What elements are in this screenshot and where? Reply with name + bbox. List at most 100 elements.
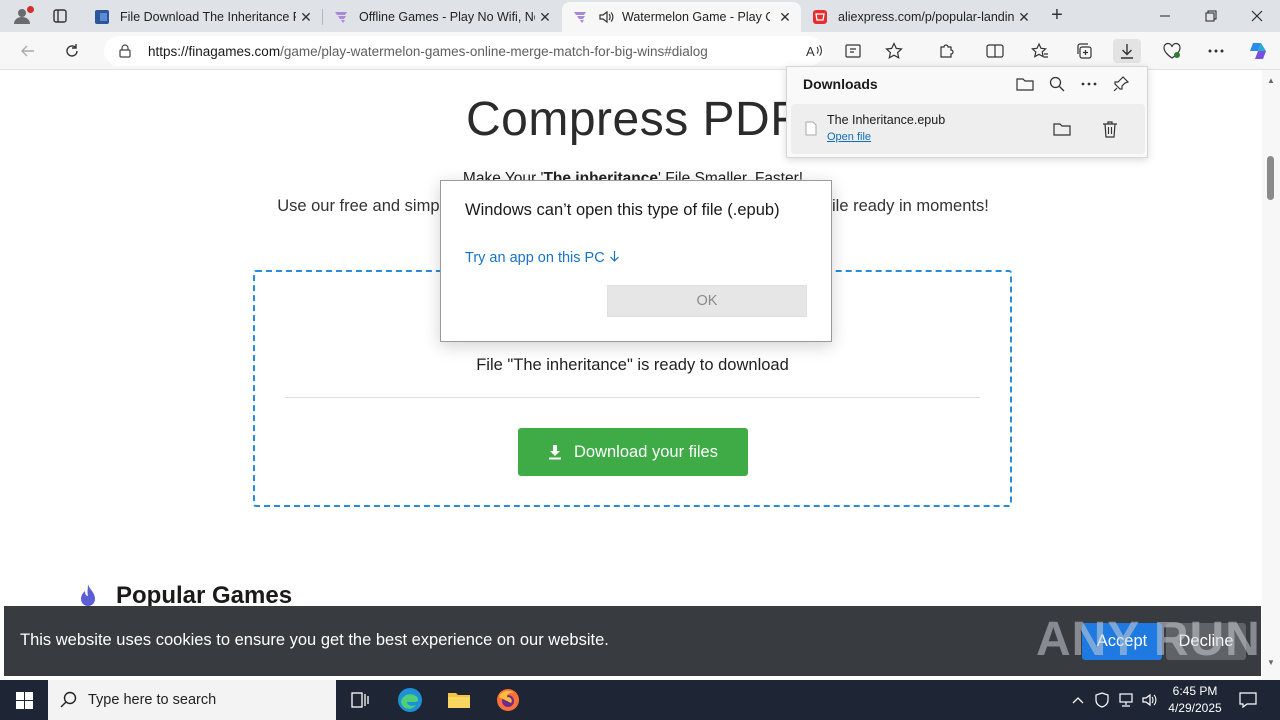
tab-title: aliexpress.com/p/popular-landing — [838, 10, 1014, 24]
split-screen-button[interactable] — [981, 39, 1009, 63]
show-hidden-icons-button[interactable] — [1068, 680, 1088, 720]
shield-icon — [1095, 692, 1109, 708]
network-icon — [1119, 693, 1133, 707]
pin-icon — [1113, 76, 1129, 92]
tab-title: Watermelon Game - Play Online — [622, 10, 770, 24]
downloads-more-button[interactable] — [1077, 73, 1101, 95]
folder-icon — [1016, 78, 1034, 91]
search-icon — [60, 691, 77, 708]
download-item[interactable]: The Inheritance.epub Open file — [791, 104, 1145, 154]
try-app-label: Try an app on this PC — [465, 250, 605, 266]
close-icon — [1251, 10, 1263, 22]
new-tab-button[interactable]: + — [1046, 5, 1068, 27]
tab-close-icon[interactable]: ✕ — [777, 9, 793, 25]
close-window-button[interactable] — [1234, 0, 1280, 32]
tray-volume-icon[interactable] — [1140, 680, 1160, 720]
taskbar-clock[interactable]: 6:45 PM 4/29/2025 — [1160, 683, 1230, 717]
extensions-button[interactable] — [933, 39, 961, 63]
tab-actions-button[interactable] — [46, 4, 74, 28]
collections-icon — [1077, 43, 1092, 59]
minimize-icon — [1160, 15, 1170, 17]
pin-downloads-button[interactable] — [1109, 73, 1133, 95]
tray-network-icon[interactable] — [1116, 680, 1136, 720]
chevron-up-icon — [1072, 697, 1084, 704]
speaker-icon[interactable] — [598, 9, 614, 25]
page-scrollbar[interactable]: ▲ ▼ — [1262, 70, 1280, 680]
search-placeholder: Type here to search — [88, 692, 217, 708]
tray-security-icon[interactable] — [1092, 680, 1112, 720]
download-icon — [1121, 44, 1133, 59]
settings-more-button[interactable] — [1202, 39, 1230, 63]
url-bar[interactable]: https://finagames.com/game/play-watermel… — [104, 36, 824, 66]
taskbar-file-explorer[interactable] — [435, 680, 483, 720]
download-files-button[interactable]: Download your files — [518, 428, 748, 476]
url-host: https://finagames.com — [148, 43, 281, 59]
speaker-icon — [1142, 693, 1157, 707]
open-file-link[interactable]: Open file — [827, 131, 871, 143]
restore-icon — [1205, 10, 1217, 22]
notification-center-button[interactable] — [1234, 680, 1262, 720]
delete-download-button[interactable] — [1097, 117, 1123, 141]
tab-offline-games[interactable]: Offline Games - Play No Wifi, No Interne… — [323, 2, 561, 32]
taskbar-edge[interactable] — [386, 680, 434, 720]
tab-aliexpress[interactable]: aliexpress.com/p/popular-landing ✕ — [802, 2, 1040, 32]
firefox-icon — [497, 689, 519, 711]
clock-date: 4/29/2025 — [1168, 701, 1222, 715]
search-downloads-button[interactable] — [1045, 73, 1069, 95]
windows-logo-icon — [15, 691, 33, 709]
scroll-down-icon[interactable]: ▼ — [1266, 658, 1276, 668]
tab-close-icon[interactable]: ✕ — [298, 9, 314, 25]
tab-close-icon[interactable]: ✕ — [1016, 9, 1032, 25]
url-path: /game/play-watermelon-games-online-merge… — [280, 43, 708, 59]
refresh-icon — [66, 44, 78, 57]
tab-close-icon[interactable]: ✕ — [537, 9, 553, 25]
lock-icon[interactable] — [118, 44, 132, 58]
downloads-button[interactable] — [1113, 39, 1141, 63]
taskbar: Type here to search 6:45 PM 4/29/2025 — [0, 680, 1280, 720]
game-site-icon — [572, 9, 588, 25]
dialog-title: Windows can’t open this type of file (.e… — [465, 201, 780, 219]
cookie-message: This website uses cookies to ensure you … — [20, 631, 609, 649]
address-bar-row: https://finagames.com/game/play-watermel… — [0, 32, 1280, 70]
profile-notification-dot — [27, 6, 34, 13]
scroll-up-icon[interactable]: ▲ — [1266, 76, 1276, 86]
restore-button[interactable] — [1188, 0, 1234, 32]
split-screen-icon — [986, 44, 1004, 58]
favorite-button[interactable] — [880, 39, 908, 63]
tab-title: Offline Games - Play No Wifi, No Interne… — [359, 10, 535, 24]
more-dots-icon — [1081, 82, 1097, 86]
profile-button[interactable] — [8, 4, 36, 28]
copilot-button[interactable] — [1244, 39, 1272, 63]
divider — [285, 397, 980, 398]
cookie-accept-button[interactable]: Accept — [1082, 623, 1162, 660]
immersive-reader-button[interactable] — [840, 39, 868, 63]
dialog-ok-button[interactable]: OK — [607, 285, 807, 317]
back-button[interactable] — [15, 39, 41, 63]
arrow-down-icon — [609, 251, 619, 262]
taskbar-firefox[interactable] — [484, 680, 532, 720]
tab-watermelon-game[interactable]: Watermelon Game - Play Online ✕ — [562, 2, 801, 32]
copilot-icon — [1250, 43, 1266, 59]
collections-button[interactable] — [1070, 39, 1098, 63]
svg-text:A: A — [806, 44, 815, 59]
cookie-decline-button[interactable]: Decline — [1166, 623, 1246, 660]
download-files-label: Download your files — [574, 442, 718, 461]
show-in-folder-button[interactable] — [1049, 117, 1075, 141]
minimize-button[interactable] — [1142, 0, 1188, 32]
favorites-button[interactable] — [1026, 39, 1054, 63]
browser-essentials-button[interactable] — [1158, 39, 1186, 63]
taskbar-search[interactable]: Type here to search — [48, 680, 336, 720]
open-with-dialog: Windows can’t open this type of file (.e… — [440, 180, 832, 342]
task-view-icon — [351, 692, 369, 708]
open-downloads-folder-button[interactable] — [1013, 73, 1037, 95]
start-button[interactable] — [0, 680, 48, 720]
read-aloud-button[interactable]: A — [800, 39, 828, 63]
ready-message: File "The inheritance" is ready to downl… — [476, 356, 789, 374]
tab-file-download[interactable]: File Download The Inheritance PDF ✕ — [84, 2, 322, 32]
word-doc-icon — [94, 9, 110, 25]
refresh-button[interactable] — [59, 39, 85, 63]
scrollbar-thumb[interactable] — [1267, 156, 1274, 200]
trash-icon — [1103, 121, 1117, 138]
task-view-button[interactable] — [336, 680, 384, 720]
try-app-link[interactable]: Try an app on this PC — [465, 250, 620, 266]
